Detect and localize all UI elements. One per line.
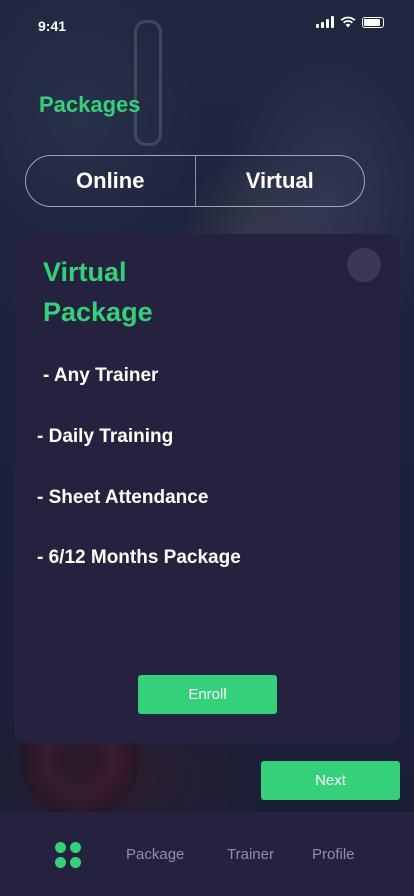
- nav-item-trainer[interactable]: Trainer: [227, 846, 274, 863]
- enroll-button[interactable]: Enroll: [138, 675, 277, 714]
- package-type-toggle: Online Virtual: [25, 155, 365, 207]
- package-card: Virtual Package - Any Trainer - Daily Tr…: [14, 234, 400, 743]
- feature-item: - Daily Training: [37, 426, 174, 447]
- segment-online[interactable]: Online: [26, 156, 195, 206]
- feature-item: - Any Trainer: [43, 365, 159, 386]
- status-time: 9:41: [38, 18, 67, 34]
- status-bar: 9:41: [0, 0, 414, 52]
- status-icons: [316, 16, 384, 28]
- card-indicator-dot: [347, 248, 381, 282]
- signal-icon: [316, 16, 334, 28]
- feature-item: - 6/12 Months Package: [37, 547, 241, 568]
- battery-icon: [362, 17, 384, 28]
- nav-item-package[interactable]: Package: [126, 846, 184, 863]
- page-title: Packages: [39, 92, 141, 117]
- next-button[interactable]: Next: [261, 761, 400, 800]
- wifi-icon: [340, 16, 356, 28]
- nav-item-profile[interactable]: Profile: [312, 846, 355, 863]
- package-title: Virtual Package: [43, 257, 153, 327]
- grid-home-icon[interactable]: [55, 842, 81, 868]
- segment-virtual[interactable]: Virtual: [196, 156, 365, 206]
- feature-item: - Sheet Attendance: [37, 487, 209, 508]
- bottom-nav: Package Trainer Profile: [0, 812, 414, 896]
